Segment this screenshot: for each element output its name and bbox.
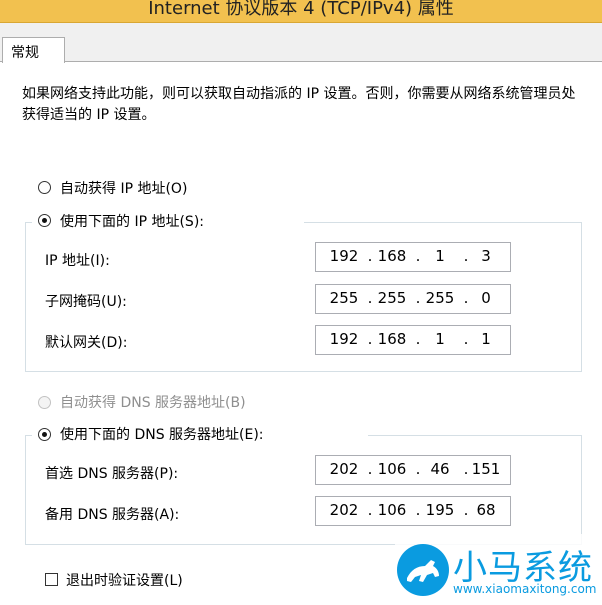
alternate-dns-octet: 202 — [329, 501, 359, 519]
ip-address-octet: 168 — [377, 247, 407, 265]
alternate-dns-octet: 68 — [476, 501, 496, 519]
preferred-dns-octet: 106 — [377, 460, 407, 478]
manual-ip-label[interactable]: 使用下面的 IP 地址(S): — [60, 211, 204, 231]
watermark-url: www.xiaomaxitong.com — [453, 582, 597, 596]
watermark: 小马系统 www.xiaomaxitong.com — [395, 534, 602, 604]
preferred-dns-octet: 46 — [430, 460, 450, 478]
default-gateway-label: 默认网关(D): — [45, 335, 128, 351]
gateway-octet: 1 — [481, 330, 491, 348]
ip-address-octet: 192 — [329, 247, 359, 265]
gateway-octet: 1 — [435, 330, 445, 348]
description-text: 如果网络支持此功能，则可以获取自动指派的 IP 设置。否则，你需要从网络系统管理… — [22, 86, 576, 123]
tab-general[interactable]: 常规 — [2, 37, 65, 63]
ip-address-label: IP 地址(I): — [45, 253, 110, 269]
auto-dns-radio[interactable] — [38, 396, 51, 409]
horse-logo-svg — [407, 560, 439, 582]
gateway-octet: 168 — [377, 330, 407, 348]
auto-ip-radio[interactable] — [38, 181, 51, 194]
horse-logo-icon — [397, 544, 449, 596]
subnet-mask-octet: 0 — [481, 289, 491, 307]
ip-address-octet: 3 — [481, 247, 491, 265]
validate-on-exit-checkbox[interactable] — [45, 573, 58, 586]
tab-general-label: 常规 — [11, 45, 39, 61]
tab-strip — [66, 37, 602, 61]
manual-ip-radio[interactable] — [38, 214, 51, 227]
preferred-dns-octet: 202 — [329, 460, 359, 478]
preferred-dns-octet: 151 — [471, 460, 501, 478]
gateway-octet: 192 — [329, 330, 359, 348]
auto-dns-label: 自动获得 DNS 服务器地址(B) — [60, 395, 246, 411]
default-gateway-field[interactable]: 192 . 168 . 1 . 1 — [315, 325, 511, 355]
manual-dns-radio[interactable] — [38, 428, 51, 441]
manual-dns-group — [25, 435, 582, 545]
preferred-dns-field[interactable]: 202 . 106 . 46 . 151 — [315, 455, 511, 485]
ip-address-field[interactable]: 192 . 168 . 1 . 3 — [315, 242, 511, 272]
auto-ip-label[interactable]: 自动获得 IP 地址(O) — [60, 178, 187, 198]
manual-dns-label[interactable]: 使用下面的 DNS 服务器地址(E): — [60, 424, 264, 444]
alternate-dns-label: 备用 DNS 服务器(A): — [45, 507, 180, 523]
subnet-mask-octet: 255 — [377, 289, 407, 307]
preferred-dns-label: 首选 DNS 服务器(P): — [45, 466, 179, 482]
subnet-mask-octet: 255 — [329, 289, 359, 307]
validate-on-exit-label[interactable]: 退出时验证设置(L) — [66, 570, 183, 590]
window-title: Internet 协议版本 4 (TCP/IPv4) 属性 — [148, 0, 454, 19]
title-bar: Internet 协议版本 4 (TCP/IPv4) 属性 — [0, 0, 602, 23]
ip-address-octet: 1 — [435, 247, 445, 265]
alternate-dns-field[interactable]: 202 . 106 . 195 . 68 — [315, 496, 511, 526]
subnet-mask-octet: 255 — [425, 289, 455, 307]
alternate-dns-octet: 106 — [377, 501, 407, 519]
subnet-mask-label: 子网掩码(U): — [45, 294, 127, 310]
subnet-mask-field[interactable]: 255 . 255 . 255 . 0 — [315, 284, 511, 314]
alternate-dns-octet: 195 — [425, 501, 455, 519]
